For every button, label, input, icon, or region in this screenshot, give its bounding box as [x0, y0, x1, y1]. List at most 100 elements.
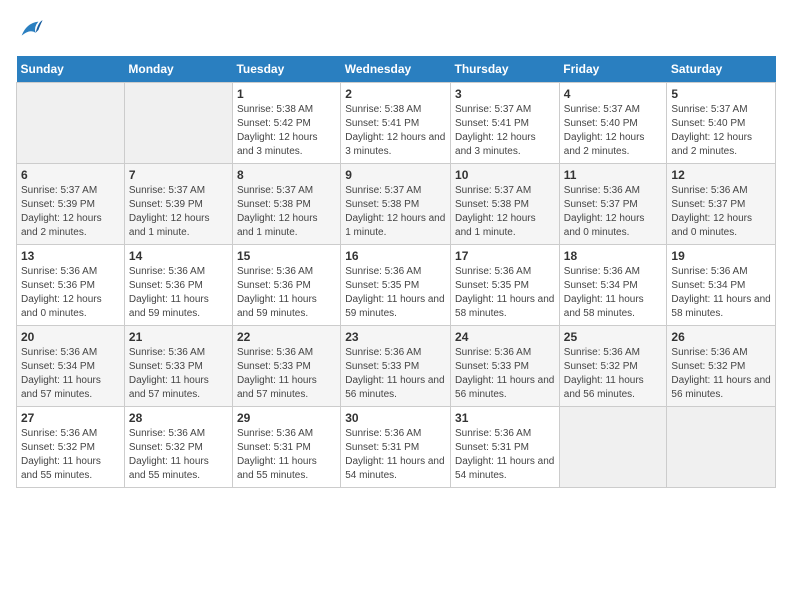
day-number: 2: [345, 87, 446, 101]
day-info: Sunrise: 5:37 AM Sunset: 5:38 PM Dayligh…: [237, 184, 336, 240]
day-info: Sunrise: 5:38 AM Sunset: 5:42 PM Dayligh…: [237, 103, 336, 159]
day-number: 12: [671, 168, 771, 182]
day-info: Sunrise: 5:36 AM Sunset: 5:32 PM Dayligh…: [671, 346, 771, 402]
calendar-cell: 10 Sunrise: 5:37 AM Sunset: 5:38 PM Dayli…: [451, 164, 560, 245]
calendar-cell: 20 Sunrise: 5:36 AM Sunset: 5:34 PM Dayli…: [17, 326, 125, 407]
calendar-cell: [667, 407, 776, 488]
day-info: Sunrise: 5:38 AM Sunset: 5:41 PM Dayligh…: [345, 103, 446, 159]
day-info: Sunrise: 5:36 AM Sunset: 5:33 PM Dayligh…: [237, 346, 336, 402]
day-number: 27: [21, 411, 120, 425]
day-number: 21: [129, 330, 228, 344]
day-info: Sunrise: 5:36 AM Sunset: 5:34 PM Dayligh…: [671, 265, 771, 321]
day-info: Sunrise: 5:37 AM Sunset: 5:39 PM Dayligh…: [129, 184, 228, 240]
day-number: 17: [455, 249, 555, 263]
day-number: 9: [345, 168, 446, 182]
day-info: Sunrise: 5:37 AM Sunset: 5:40 PM Dayligh…: [671, 103, 771, 159]
day-info: Sunrise: 5:36 AM Sunset: 5:36 PM Dayligh…: [21, 265, 120, 321]
calendar-cell: 30 Sunrise: 5:36 AM Sunset: 5:31 PM Dayli…: [341, 407, 451, 488]
calendar-cell: 31 Sunrise: 5:36 AM Sunset: 5:31 PM Dayli…: [451, 407, 560, 488]
day-number: 10: [455, 168, 555, 182]
day-info: Sunrise: 5:37 AM Sunset: 5:38 PM Dayligh…: [455, 184, 555, 240]
day-number: 13: [21, 249, 120, 263]
page-header: [16, 16, 776, 44]
day-number: 31: [455, 411, 555, 425]
col-header-monday: Monday: [124, 56, 232, 83]
day-number: 28: [129, 411, 228, 425]
calendar-cell: 6 Sunrise: 5:37 AM Sunset: 5:39 PM Daylig…: [17, 164, 125, 245]
day-info: Sunrise: 5:36 AM Sunset: 5:34 PM Dayligh…: [21, 346, 120, 402]
day-info: Sunrise: 5:36 AM Sunset: 5:36 PM Dayligh…: [237, 265, 336, 321]
day-number: 30: [345, 411, 446, 425]
calendar-cell: 25 Sunrise: 5:36 AM Sunset: 5:32 PM Dayli…: [559, 326, 667, 407]
day-number: 23: [345, 330, 446, 344]
logo: [16, 16, 48, 44]
day-info: Sunrise: 5:36 AM Sunset: 5:37 PM Dayligh…: [671, 184, 771, 240]
col-header-thursday: Thursday: [451, 56, 560, 83]
col-header-friday: Friday: [559, 56, 667, 83]
calendar-cell: 15 Sunrise: 5:36 AM Sunset: 5:36 PM Dayli…: [232, 245, 340, 326]
day-number: 6: [21, 168, 120, 182]
calendar-cell: 7 Sunrise: 5:37 AM Sunset: 5:39 PM Daylig…: [124, 164, 232, 245]
day-info: Sunrise: 5:36 AM Sunset: 5:33 PM Dayligh…: [129, 346, 228, 402]
calendar-cell: 14 Sunrise: 5:36 AM Sunset: 5:36 PM Dayli…: [124, 245, 232, 326]
day-info: Sunrise: 5:37 AM Sunset: 5:38 PM Dayligh…: [345, 184, 446, 240]
calendar-cell: [559, 407, 667, 488]
calendar-table: SundayMondayTuesdayWednesdayThursdayFrid…: [16, 56, 776, 488]
day-info: Sunrise: 5:37 AM Sunset: 5:40 PM Dayligh…: [564, 103, 663, 159]
col-header-wednesday: Wednesday: [341, 56, 451, 83]
day-number: 24: [455, 330, 555, 344]
day-info: Sunrise: 5:36 AM Sunset: 5:33 PM Dayligh…: [455, 346, 555, 402]
calendar-cell: 3 Sunrise: 5:37 AM Sunset: 5:41 PM Daylig…: [451, 83, 560, 164]
day-info: Sunrise: 5:36 AM Sunset: 5:31 PM Dayligh…: [455, 427, 555, 483]
day-info: Sunrise: 5:36 AM Sunset: 5:31 PM Dayligh…: [237, 427, 336, 483]
day-number: 7: [129, 168, 228, 182]
day-number: 15: [237, 249, 336, 263]
day-number: 25: [564, 330, 663, 344]
calendar-cell: 23 Sunrise: 5:36 AM Sunset: 5:33 PM Dayli…: [341, 326, 451, 407]
calendar-cell: [17, 83, 125, 164]
day-info: Sunrise: 5:36 AM Sunset: 5:32 PM Dayligh…: [21, 427, 120, 483]
day-number: 14: [129, 249, 228, 263]
day-number: 22: [237, 330, 336, 344]
calendar-cell: 9 Sunrise: 5:37 AM Sunset: 5:38 PM Daylig…: [341, 164, 451, 245]
calendar-cell: 28 Sunrise: 5:36 AM Sunset: 5:32 PM Dayli…: [124, 407, 232, 488]
calendar-cell: 5 Sunrise: 5:37 AM Sunset: 5:40 PM Daylig…: [667, 83, 776, 164]
col-header-tuesday: Tuesday: [232, 56, 340, 83]
day-info: Sunrise: 5:36 AM Sunset: 5:31 PM Dayligh…: [345, 427, 446, 483]
calendar-cell: 21 Sunrise: 5:36 AM Sunset: 5:33 PM Dayli…: [124, 326, 232, 407]
day-info: Sunrise: 5:36 AM Sunset: 5:35 PM Dayligh…: [455, 265, 555, 321]
day-number: 3: [455, 87, 555, 101]
calendar-cell: 19 Sunrise: 5:36 AM Sunset: 5:34 PM Dayli…: [667, 245, 776, 326]
day-number: 4: [564, 87, 663, 101]
day-number: 18: [564, 249, 663, 263]
calendar-cell: [124, 83, 232, 164]
calendar-cell: 1Sunrise: 5:38 AM Sunset: 5:42 PM Daylig…: [232, 83, 340, 164]
calendar-cell: 26 Sunrise: 5:36 AM Sunset: 5:32 PM Dayli…: [667, 326, 776, 407]
calendar-cell: 17 Sunrise: 5:36 AM Sunset: 5:35 PM Dayli…: [451, 245, 560, 326]
day-number: 26: [671, 330, 771, 344]
day-info: Sunrise: 5:36 AM Sunset: 5:32 PM Dayligh…: [129, 427, 228, 483]
day-info: Sunrise: 5:36 AM Sunset: 5:36 PM Dayligh…: [129, 265, 228, 321]
day-info: Sunrise: 5:37 AM Sunset: 5:39 PM Dayligh…: [21, 184, 120, 240]
day-number: 16: [345, 249, 446, 263]
calendar-cell: 13 Sunrise: 5:36 AM Sunset: 5:36 PM Dayli…: [17, 245, 125, 326]
calendar-cell: 11Sunrise: 5:36 AM Sunset: 5:37 PM Dayli…: [559, 164, 667, 245]
day-number: 29: [237, 411, 336, 425]
day-info: Sunrise: 5:36 AM Sunset: 5:37 PM Dayligh…: [564, 184, 663, 240]
calendar-cell: 4 Sunrise: 5:37 AM Sunset: 5:40 PM Daylig…: [559, 83, 667, 164]
calendar-cell: 27 Sunrise: 5:36 AM Sunset: 5:32 PM Dayli…: [17, 407, 125, 488]
day-info: Sunrise: 5:36 AM Sunset: 5:34 PM Dayligh…: [564, 265, 663, 321]
day-number: 20: [21, 330, 120, 344]
day-info: Sunrise: 5:37 AM Sunset: 5:41 PM Dayligh…: [455, 103, 555, 159]
day-number: 19: [671, 249, 771, 263]
calendar-cell: 24 Sunrise: 5:36 AM Sunset: 5:33 PM Dayli…: [451, 326, 560, 407]
calendar-cell: 18 Sunrise: 5:36 AM Sunset: 5:34 PM Dayli…: [559, 245, 667, 326]
calendar-cell: 8 Sunrise: 5:37 AM Sunset: 5:38 PM Daylig…: [232, 164, 340, 245]
day-info: Sunrise: 5:36 AM Sunset: 5:32 PM Dayligh…: [564, 346, 663, 402]
calendar-cell: 12 Sunrise: 5:36 AM Sunset: 5:37 PM Dayli…: [667, 164, 776, 245]
day-info: Sunrise: 5:36 AM Sunset: 5:33 PM Dayligh…: [345, 346, 446, 402]
calendar-cell: 16Sunrise: 5:36 AM Sunset: 5:35 PM Dayli…: [341, 245, 451, 326]
day-number: 8: [237, 168, 336, 182]
day-number: 5: [671, 87, 771, 101]
calendar-cell: 29 Sunrise: 5:36 AM Sunset: 5:31 PM Dayli…: [232, 407, 340, 488]
